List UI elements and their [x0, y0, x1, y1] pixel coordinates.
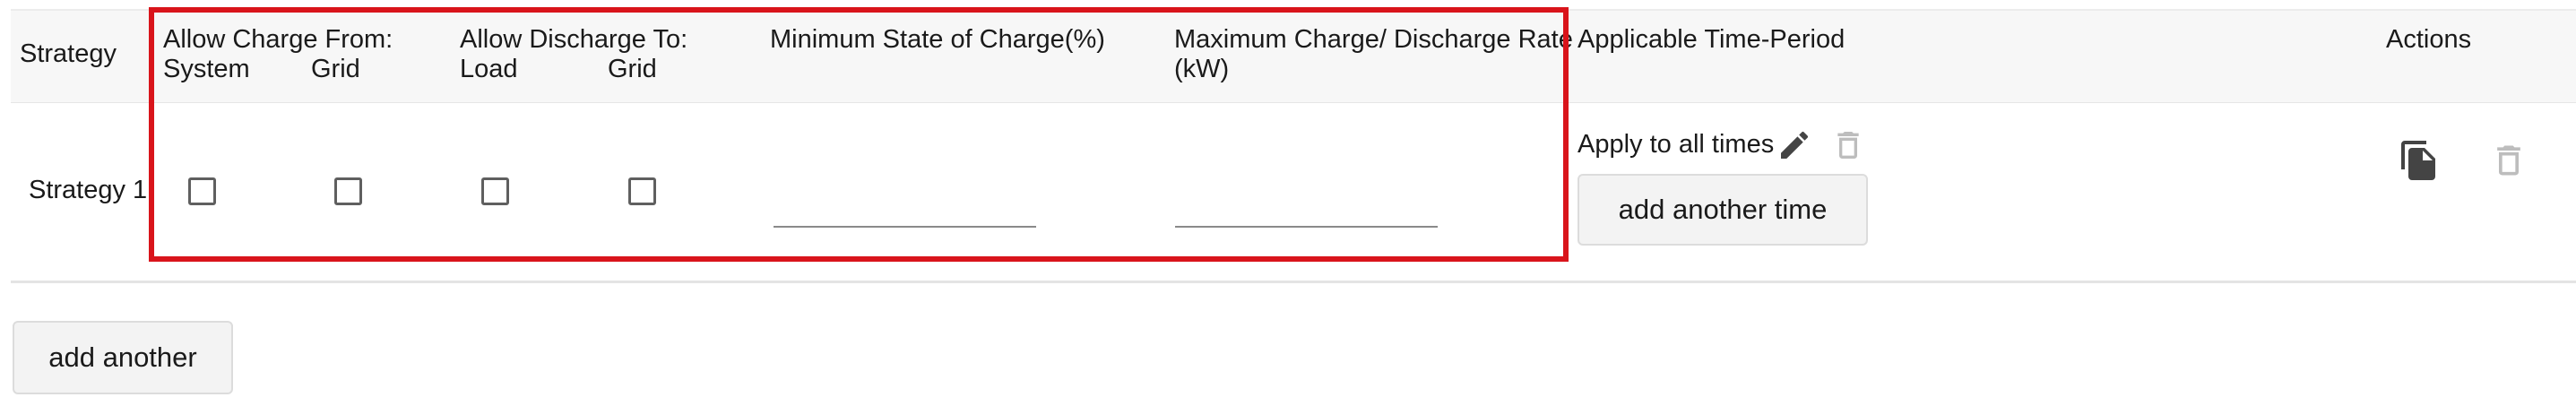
copy-icon[interactable]: [2397, 138, 2442, 183]
add-another-button[interactable]: add another: [13, 321, 233, 394]
highlight-box: [149, 7, 1569, 262]
edit-icon[interactable]: [1775, 125, 1814, 165]
header-actions: Actions: [2386, 25, 2472, 54]
row-delete-icon[interactable]: [2486, 138, 2531, 183]
delete-icon[interactable]: [1828, 125, 1868, 165]
strategy-name: Strategy 1: [29, 176, 148, 204]
add-another-time-button[interactable]: add another time: [1578, 174, 1868, 246]
row-divider: [11, 281, 2576, 283]
time-period-text: Apply to all times: [1578, 130, 1775, 159]
header-strategy: Strategy: [20, 39, 117, 68]
header-time-period: Applicable Time-Period: [1578, 25, 1846, 54]
